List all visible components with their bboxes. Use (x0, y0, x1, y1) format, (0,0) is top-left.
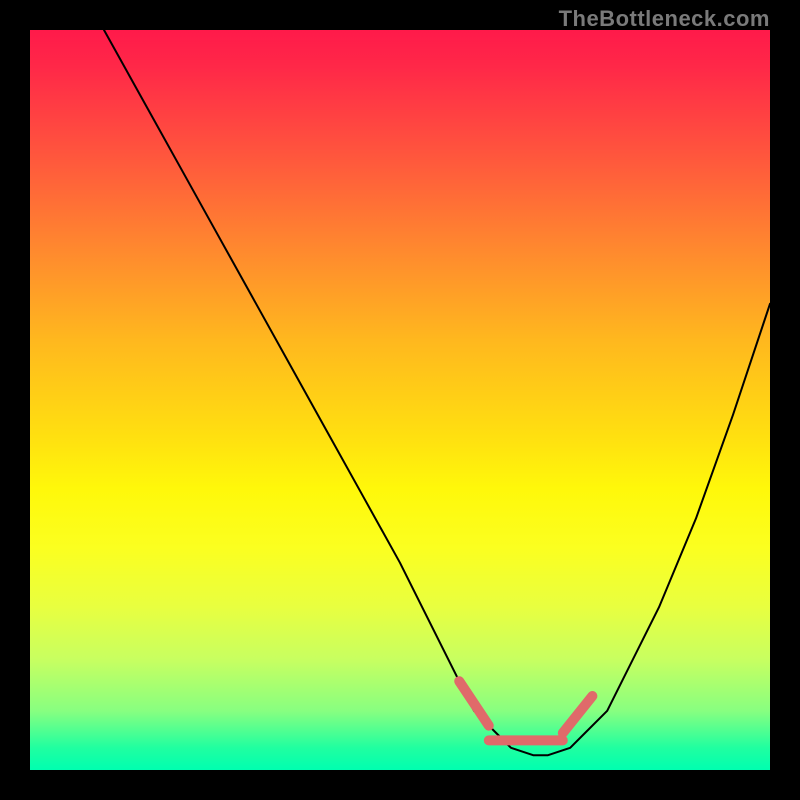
bottleneck-curve (104, 30, 770, 755)
attribution-label: TheBottleneck.com (559, 6, 770, 32)
plot-area (30, 30, 770, 770)
chart-frame: TheBottleneck.com (0, 0, 800, 800)
accent-segment (459, 681, 489, 725)
bottleneck-curve-svg (30, 30, 770, 770)
accent-segment (563, 696, 593, 733)
accent-segments (459, 681, 592, 740)
